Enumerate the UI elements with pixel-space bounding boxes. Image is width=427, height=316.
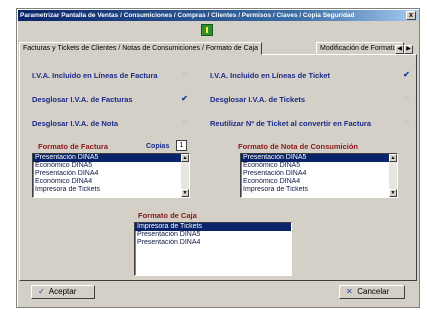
tab-facturas-tickets[interactable]: Facturas y Tickets de Clientes / Notas d… [19,42,262,55]
tab-scroll: ◀ ▶ [395,43,413,54]
tab-panel: I.V.A. Incluido en Líneas de Factura □ I… [19,54,417,281]
list-item[interactable]: Presentación DINA5 [33,154,189,162]
opt-desglosar-tickets-checkbox[interactable]: □ [402,95,411,103]
copias-label: Copias [146,143,170,150]
cancel-label: Cancelar [357,287,390,296]
accept-button[interactable]: ✓ Aceptar [31,285,95,299]
tab-label: Facturas y Tickets de Clientes / Notas d… [23,45,258,52]
scrollbar[interactable]: ▲ ▼ [181,154,189,197]
scroll-down-icon[interactable]: ▼ [181,189,189,197]
formato-factura-listbox[interactable]: Presentación DINA5 Económico DINA5 Prese… [32,153,190,198]
dialog-window: Parametrizar Pantalla de Ventas / Consum… [16,8,420,308]
list-item[interactable]: Presentación DINA4 [241,170,397,178]
opt-iva-lineas-factura-label: I.V.A. Incluido en Líneas de Factura [32,71,158,80]
formato-nota-title: Formato de Nota de Consumición [238,142,359,151]
accept-label: Aceptar [48,287,77,296]
title-bar: Parametrizar Pantalla de Ventas / Consum… [18,10,418,21]
opt-desglosar-nota-checkbox[interactable]: □ [180,119,189,127]
opt-iva-lineas-ticket-checkbox[interactable]: ✔ [402,71,411,79]
list-item[interactable]: Impresora de Tickets [135,223,291,231]
opt-desglosar-tickets-label: Desglosar I.V.A. de Tickets [210,95,306,104]
app-icon [201,24,213,36]
copias-input[interactable]: 1 [176,140,187,151]
list-item[interactable]: Presentación DINA4 [33,170,189,178]
close-button[interactable]: x [406,11,416,20]
list-item[interactable]: Presentación DINA5 [241,154,397,162]
opt-desglosar-facturas-checkbox[interactable]: ✔ [180,95,189,103]
list-item[interactable]: Económico DINA5 [33,162,189,170]
formato-nota-listbox[interactable]: Presentación DINA5 Económico DINA5 Prese… [240,153,398,198]
check-icon: ✓ [38,287,45,296]
list-item[interactable]: Económico DINA4 [33,178,189,186]
tab-next-icon[interactable]: ▶ [404,45,413,54]
scroll-up-icon[interactable]: ▲ [389,154,397,162]
opt-desglosar-facturas-label: Desglosar I.V.A. de Facturas [32,95,133,104]
tab-label: Modificación de Formatos [320,45,401,52]
list-item[interactable]: Presentación DINA5 [135,231,291,239]
scrollbar[interactable]: ▲ ▼ [389,154,397,197]
formato-factura-title: Formato de Factura [38,142,109,151]
list-item[interactable]: Económico DINA4 [241,178,397,186]
opt-desglosar-nota-label: Desglosar I.V.A. de Nota [32,119,119,128]
tab-strip: Facturas y Tickets de Clientes / Notas d… [19,42,417,55]
tab-modificacion-formatos[interactable]: Modificación de Formatos [316,42,405,54]
opt-reutilizar-ticket-checkbox[interactable]: □ [402,119,411,127]
opt-reutilizar-ticket-label: Reutilizar Nº de Ticket al convertir en … [210,119,371,128]
window-title: Parametrizar Pantalla de Ventas / Consum… [20,12,355,19]
formato-caja-listbox[interactable]: Impresora de Tickets Presentación DINA5 … [134,222,292,276]
cancel-button[interactable]: ✕ Cancelar [339,285,405,299]
opt-iva-lineas-factura-checkbox[interactable]: □ [180,71,189,79]
scroll-down-icon[interactable]: ▼ [389,189,397,197]
tab-prev-icon[interactable]: ◀ [395,45,404,54]
list-item[interactable]: Presentación DINA4 [135,239,291,247]
formato-caja-title: Formato de Caja [138,211,197,220]
list-item[interactable]: Impresora de Tickets [33,186,189,194]
cancel-icon: ✕ [346,287,353,296]
opt-iva-lineas-ticket-label: I.V.A. Incluido en Líneas de Ticket [210,71,331,80]
scroll-up-icon[interactable]: ▲ [181,154,189,162]
list-item[interactable]: Impresora de Tickets [241,186,397,194]
list-item[interactable]: Económico DINA5 [241,162,397,170]
